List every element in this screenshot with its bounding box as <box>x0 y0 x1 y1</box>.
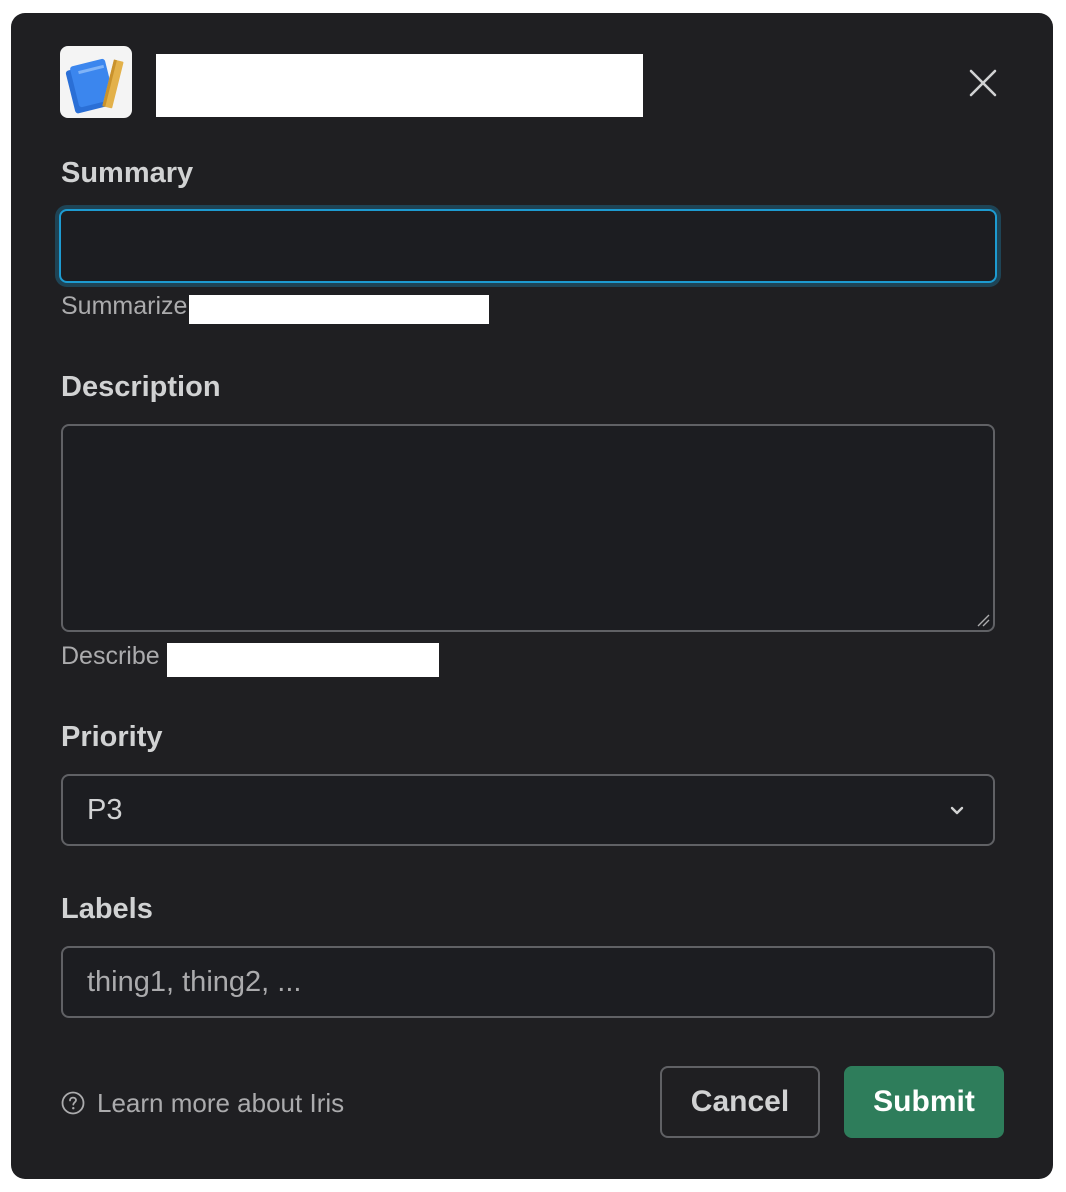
cancel-button[interactable]: Cancel <box>660 1066 820 1138</box>
description-help-text: Describe <box>61 642 160 670</box>
learn-more-text: Learn more about Iris <box>97 1087 345 1118</box>
learn-more-link[interactable]: Learn more about Iris <box>61 1085 344 1121</box>
close-button[interactable] <box>963 63 1003 103</box>
create-issue-modal: Summary Summarize Description Describe P… <box>11 13 1053 1179</box>
description-help-redacted <box>167 643 439 677</box>
summary-input[interactable] <box>59 209 997 283</box>
description-textarea[interactable] <box>61 424 995 632</box>
help-circle-icon <box>61 1091 85 1115</box>
labels-label: Labels <box>61 893 153 925</box>
priority-selected-value: P3 <box>87 794 123 826</box>
summary-help-redacted <box>189 295 489 324</box>
labels-input[interactable] <box>61 946 995 1018</box>
notebook-ruler-icon <box>60 46 132 118</box>
close-icon <box>969 69 997 97</box>
priority-select[interactable]: P3 <box>61 774 995 846</box>
description-label: Description <box>61 371 221 403</box>
submit-button[interactable]: Submit <box>844 1066 1004 1138</box>
modal-title-redacted <box>156 54 643 117</box>
chevron-down-icon <box>950 806 964 815</box>
resize-handle-icon[interactable] <box>976 613 990 627</box>
summary-help-text: Summarize <box>61 292 188 320</box>
priority-label: Priority <box>61 721 163 753</box>
summary-label: Summary <box>61 157 194 189</box>
